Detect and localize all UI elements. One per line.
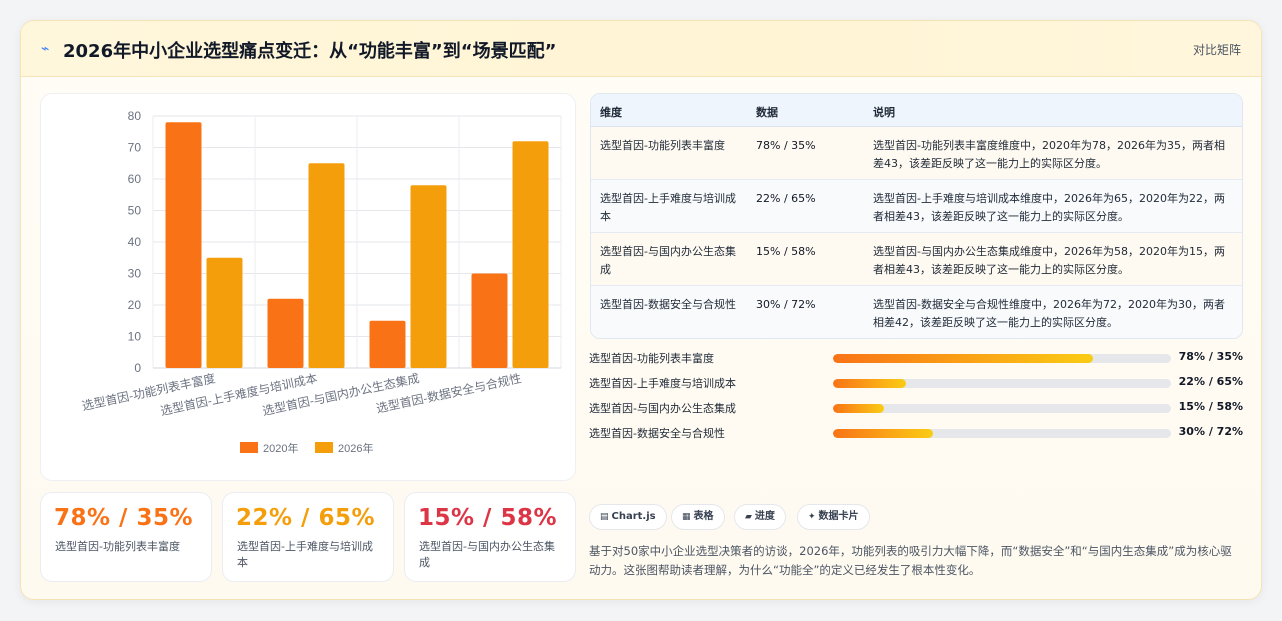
cell-description: 选型首因-上手难度与培训成本维度中，2026年为65，2020年为22，两者相差… (873, 192, 1225, 223)
cell-description: 选型首因-数据安全与合规性维度中，2026年为72，2020年为30，两者相差4… (873, 298, 1225, 329)
bar-2026年 (308, 163, 345, 368)
chip-progress[interactable]: ▰ 进度 (734, 504, 786, 530)
column-header: 数据 (756, 106, 778, 119)
chip-table[interactable]: ▦ 表格 (671, 504, 725, 530)
cell-dimension: 选型首因-上手难度与培训成本 (600, 192, 736, 223)
card-header: ⌁ 2026年中小企业选型痛点变迁：从“功能丰富”到“场景匹配” 对比矩阵 (21, 21, 1261, 77)
progress-icon: ▰ (745, 512, 752, 522)
bar-2026年 (410, 185, 447, 368)
chart-icon: ▤ (600, 512, 609, 522)
progress-row: 选型首因-与国内办公生态集成 15% / 58% (589, 399, 1243, 417)
progress-value: 22% / 65% (1178, 375, 1243, 388)
legend-label: 2020年 (263, 441, 298, 455)
legend-label: 2026年 (338, 441, 373, 455)
cell-data: 78% / 35% (756, 139, 816, 152)
bar-chart-panel: 0 10 20 30 40 50 60 70 80 选型首因-功能列表丰富度 选型首因-上手难度与培… (40, 93, 576, 481)
chip-label: 进度 (754, 511, 775, 522)
table-row: 选型首因-数据安全与合规性 30% / 72% 选型首因-数据安全与合规性维度中… (591, 286, 1242, 338)
page-title: 2026年中小企业选型痛点变迁：从“功能丰富”到“场景匹配” (63, 41, 557, 62)
sparkle-icon: ✦ (808, 512, 816, 522)
progress-row: 选型首因-数据安全与合规性 30% / 72% (589, 424, 1243, 442)
bar-2020年 (369, 320, 406, 368)
report-card: ⌁ 2026年中小企业选型痛点变迁：从“功能丰富”到“场景匹配” 对比矩阵 0 1… (20, 20, 1262, 600)
y-tick-label: 80 (128, 109, 142, 123)
y-tick-label: 40 (128, 235, 142, 249)
view-tag[interactable]: 对比矩阵 (1193, 41, 1241, 58)
progress-label: 选型首因-上手难度与培训成本 (589, 377, 736, 390)
chip-data-card[interactable]: ✦ 数据卡片 (797, 504, 870, 530)
chip-label: 表格 (693, 511, 714, 522)
table-row: 选型首因-与国内办公生态集成 15% / 58% 选型首因-与国内办公生态集成维… (591, 233, 1242, 286)
stat-card: 22% / 65% 选型首因-上手难度与培训成本 (222, 492, 394, 582)
stat-label: 选型首因-上手难度与培训成本 (237, 540, 373, 569)
column-header: 维度 (600, 106, 622, 119)
progress-value: 78% / 35% (1178, 350, 1243, 363)
bar-chart: 01020304050607080选型首因-功能列表丰富度选型首因-上手难度与培… (80, 109, 562, 455)
comparison-table: 维度 数据 说明 选型首因-功能列表丰富度 78% / 35% 选型首因-功能列… (590, 93, 1243, 339)
table-row: 选型首因-上手难度与培训成本 22% / 65% 选型首因-上手难度与培训成本维… (591, 180, 1242, 233)
cell-dimension: 选型首因-数据安全与合规性 (600, 298, 736, 311)
table-icon: ▦ (682, 512, 691, 522)
stat-card: 15% / 58% 选型首因-与国内办公生态集成 (404, 492, 576, 582)
chip-label: 数据卡片 (818, 511, 859, 522)
y-tick-label: 20 (128, 298, 142, 312)
bar-2020年 (471, 273, 508, 368)
y-tick-label: 50 (128, 204, 142, 218)
chip-label: Chart.js (611, 511, 656, 522)
table-header: 维度 数据 说明 (591, 94, 1242, 127)
stat-value: 22% / 65% (236, 505, 376, 531)
cell-dimension: 选型首因-与国内办公生态集成 (600, 245, 736, 276)
cell-data: 15% / 58% (756, 245, 816, 258)
progress-track (833, 429, 1171, 438)
stat-label: 选型首因-与国内办公生态集成 (419, 540, 555, 569)
y-tick-label: 60 (128, 172, 142, 186)
progress-label: 选型首因-功能列表丰富度 (589, 352, 714, 365)
progress-fill (833, 354, 1094, 363)
cell-data: 30% / 72% (756, 298, 816, 311)
progress-row: 选型首因-功能列表丰富度 78% / 35% (589, 349, 1243, 367)
progress-value: 30% / 72% (1178, 425, 1243, 438)
chip-chartjs[interactable]: ▤ Chart.js (589, 504, 667, 530)
progress-label: 选型首因-与国内办公生态集成 (589, 402, 736, 415)
table-row: 选型首因-功能列表丰富度 78% / 35% 选型首因-功能列表丰富度维度中，2… (591, 127, 1242, 180)
progress-track (833, 404, 1171, 413)
column-header: 说明 (873, 106, 895, 119)
y-tick-label: 0 (134, 361, 141, 375)
legend-swatch (240, 442, 258, 453)
stat-value: 15% / 58% (418, 505, 558, 531)
legend-swatch (315, 442, 333, 453)
progress-row: 选型首因-上手难度与培训成本 22% / 65% (589, 374, 1243, 392)
bar-2020年 (165, 122, 202, 368)
y-tick-label: 70 (128, 141, 142, 155)
progress-fill (833, 404, 884, 413)
cell-description: 选型首因-与国内办公生态集成维度中，2026年为58，2020年为15，两者相差… (873, 245, 1225, 276)
progress-label: 选型首因-数据安全与合规性 (589, 427, 725, 440)
bar-2020年 (267, 298, 304, 368)
y-tick-label: 30 (128, 267, 142, 281)
sparkle-icon: ⌁ (41, 41, 50, 57)
stat-label: 选型首因-功能列表丰富度 (55, 540, 180, 553)
progress-fill (833, 379, 906, 388)
description-text: 基于对50家中小企业选型决策者的访谈，2026年，功能列表的吸引力大幅下降，而“… (589, 544, 1232, 577)
cell-dimension: 选型首因-功能列表丰富度 (600, 139, 725, 152)
progress-track (833, 354, 1171, 363)
progress-value: 15% / 58% (1178, 400, 1243, 413)
cell-data: 22% / 65% (756, 192, 816, 205)
y-tick-label: 10 (128, 330, 142, 344)
stat-card: 78% / 35% 选型首因-功能列表丰富度 (40, 492, 212, 582)
progress-track (833, 379, 1171, 388)
stat-value: 78% / 35% (54, 505, 194, 531)
cell-description: 选型首因-功能列表丰富度维度中，2020年为78，2026年为35，两者相差43… (873, 139, 1225, 170)
progress-fill (833, 429, 933, 438)
bar-2026年 (206, 257, 243, 368)
bar-2026年 (512, 141, 549, 368)
